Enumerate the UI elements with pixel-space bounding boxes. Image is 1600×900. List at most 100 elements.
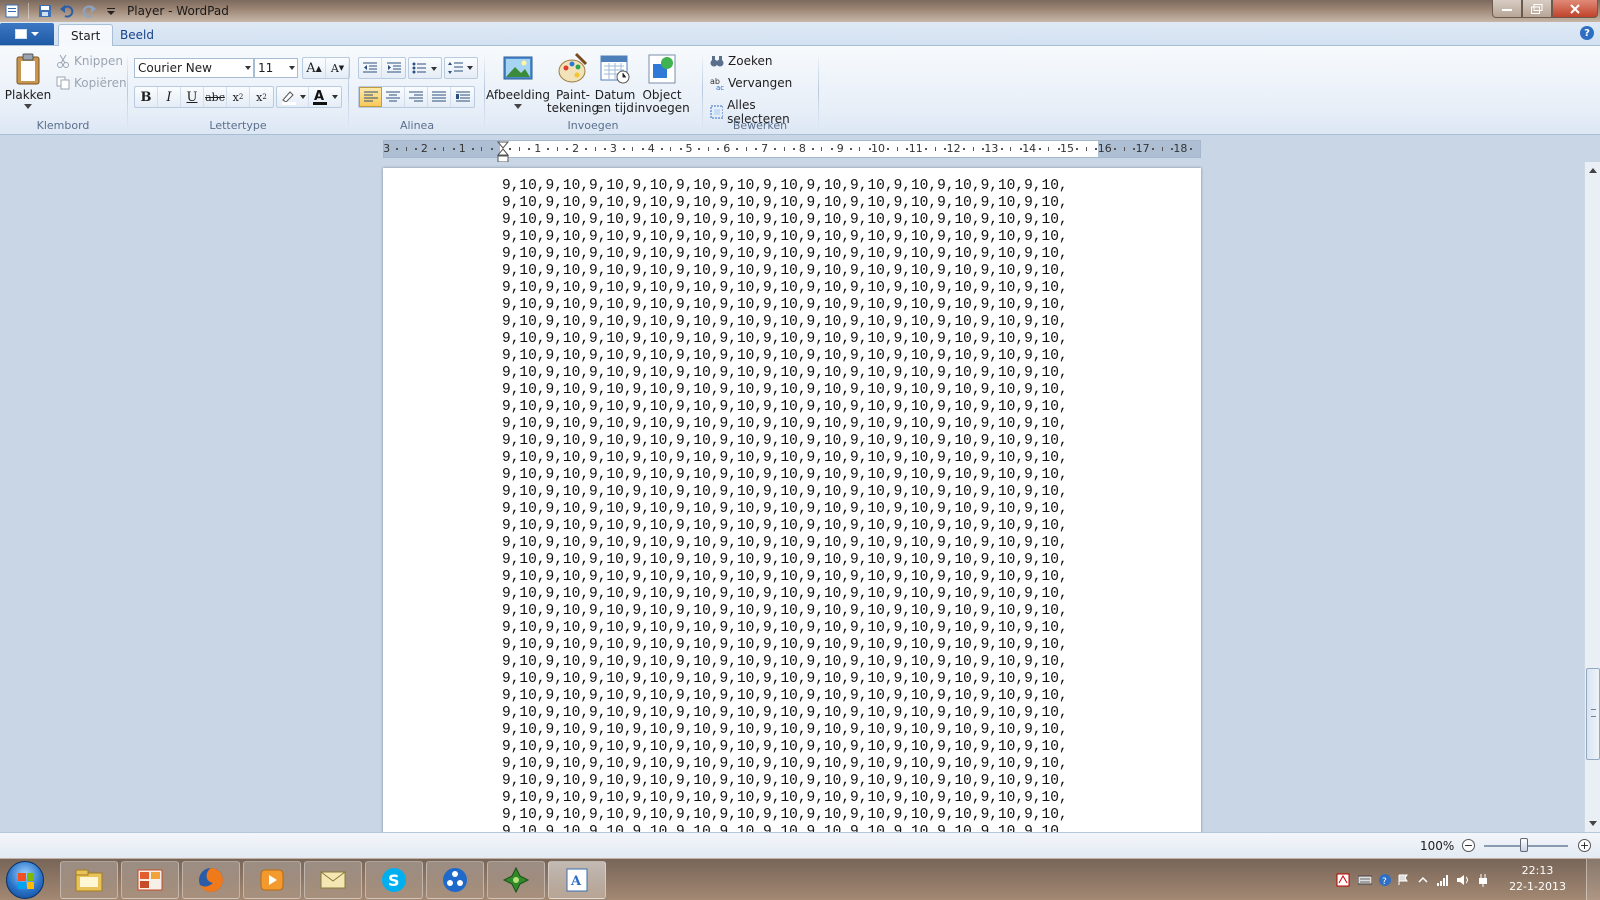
ruler-tick: [792, 148, 795, 150]
tab-beeld[interactable]: Beeld: [108, 24, 166, 46]
tab-start[interactable]: Start: [58, 24, 114, 46]
windows-logo-icon: [18, 873, 34, 889]
maximize-button[interactable]: [1522, 0, 1552, 18]
increase-indent-button[interactable]: [382, 58, 405, 78]
subscript-button[interactable]: x2: [227, 87, 250, 107]
align-center-button[interactable]: [382, 87, 405, 107]
document-text[interactable]: 9,10,9,10,9,10,9,10,9,10,9,10,9,10,9,10,…: [502, 178, 1068, 832]
bullets-button[interactable]: [409, 58, 441, 78]
align-right-button[interactable]: [405, 87, 428, 107]
superscript-button[interactable]: x2: [250, 87, 273, 107]
ruler-tick: [1152, 148, 1155, 150]
ruler-tick: [1114, 148, 1117, 150]
taskbar-media-player-button[interactable]: [243, 861, 301, 899]
undo-icon[interactable]: [59, 3, 75, 19]
show-hidden-icons-chevron-up-icon[interactable]: [1416, 873, 1430, 887]
zoom-in-button[interactable]: +: [1578, 839, 1591, 852]
indent-marker-icon[interactable]: [496, 140, 510, 164]
power-plug-icon[interactable]: [1476, 873, 1490, 887]
bold-button[interactable]: B: [135, 87, 158, 107]
align-left-button[interactable]: [359, 87, 382, 107]
taskbar-firefox-button[interactable]: [182, 861, 240, 899]
network-signal-icon[interactable]: [1436, 873, 1450, 887]
taskbar-skype-button[interactable]: S: [365, 861, 423, 899]
insert-datetime-button[interactable]: Datum en tijd: [592, 52, 638, 115]
taskbar-wordpad-button[interactable]: A: [548, 861, 606, 899]
underline-button[interactable]: U: [181, 87, 204, 107]
close-button[interactable]: [1552, 0, 1598, 18]
text-color-button[interactable]: A: [309, 87, 341, 107]
redo-icon[interactable]: [81, 3, 97, 19]
ruler-number: 3: [609, 142, 617, 155]
replace-button[interactable]: ab ac Vervangen: [710, 76, 792, 90]
ruler-number: 14: [1022, 142, 1037, 155]
taskbar-explorer-button[interactable]: [60, 861, 118, 899]
paint-drawing-button[interactable]: Paint- tekening: [547, 52, 599, 115]
ruler-tick: [518, 147, 520, 151]
paste-button[interactable]: Plakken: [4, 52, 52, 109]
volume-icon[interactable]: [1456, 873, 1470, 887]
document-page[interactable]: 9,10,9,10,9,10,9,10,9,10,9,10,9,10,9,10,…: [383, 168, 1201, 832]
customize-qat-icon[interactable]: [103, 3, 119, 19]
scroll-up-arrow-icon[interactable]: [1589, 168, 1597, 173]
ruler-tick: [528, 148, 531, 150]
ruler-tick: [594, 147, 596, 151]
ruler-number: 17: [1135, 142, 1150, 155]
ruler-tick: [641, 148, 644, 150]
chevron-down-icon: [514, 104, 522, 109]
paragraph-settings-button[interactable]: [451, 87, 474, 107]
scrollbar-thumb[interactable]: [1586, 668, 1600, 760]
help-icon[interactable]: ?: [1580, 26, 1594, 40]
font-size-combo[interactable]: 11: [254, 58, 298, 78]
ruler-tick: [556, 147, 558, 151]
vertical-scrollbar[interactable]: [1584, 162, 1600, 832]
taskbar: S A ? 22:13 22-1-2013: [0, 858, 1600, 900]
help-tray-icon[interactable]: ?: [1378, 873, 1392, 887]
ruler-tick: [925, 148, 928, 150]
ruler-tick: [972, 147, 974, 151]
minimize-button[interactable]: [1492, 0, 1522, 18]
svg-text:A: A: [314, 89, 324, 104]
keyboard-icon[interactable]: [1358, 873, 1372, 887]
highlight-color-button[interactable]: [277, 87, 309, 107]
taskbar-office-button[interactable]: [121, 861, 179, 899]
group-separator: [702, 52, 703, 130]
insert-object-button[interactable]: Object invoegen: [634, 52, 690, 115]
ruler-tick: [830, 148, 833, 150]
taskbar-mail-button[interactable]: [304, 861, 362, 899]
save-icon[interactable]: [37, 3, 53, 19]
increase-indent-icon: [386, 62, 401, 73]
font-name-combo[interactable]: Courier New: [134, 58, 254, 78]
insert-picture-button[interactable]: Afbeelding: [486, 52, 550, 109]
copy-button[interactable]: Kopiëren: [56, 76, 127, 90]
svg-text:?: ?: [1382, 877, 1387, 887]
ruler-tick: [1076, 148, 1079, 150]
ruler-tick: [414, 148, 417, 150]
grow-font-button[interactable]: A ▲: [303, 58, 326, 78]
group-separator: [348, 52, 349, 130]
application-menu-button[interactable]: [0, 23, 54, 45]
justify-button[interactable]: [428, 87, 451, 107]
cut-button[interactable]: Knippen: [56, 54, 123, 68]
taskbar-clock[interactable]: 22:13 22-1-2013: [1509, 863, 1566, 895]
zoom-slider-thumb[interactable]: [1520, 838, 1528, 852]
show-desktop-button[interactable]: [1586, 859, 1600, 900]
taskbar-game-button[interactable]: [487, 861, 545, 899]
decrease-indent-button[interactable]: [359, 58, 382, 78]
shrink-font-button[interactable]: A ▼: [326, 58, 349, 78]
ruler-tick: [679, 148, 682, 150]
zoom-out-button[interactable]: −: [1462, 839, 1475, 852]
wordpad-app-icon[interactable]: [4, 3, 20, 19]
scroll-down-arrow-icon[interactable]: [1589, 821, 1597, 826]
find-button[interactable]: Zoeken: [710, 54, 772, 68]
ruler-number: 11: [908, 142, 923, 155]
chevron-down-icon: [245, 66, 251, 70]
pdf-icon[interactable]: [1336, 873, 1350, 887]
line-spacing-button[interactable]: [445, 58, 477, 78]
italic-button[interactable]: I: [158, 87, 181, 107]
start-button[interactable]: [6, 861, 44, 899]
tray-flag-icon[interactable]: [1396, 873, 1410, 887]
strikethrough-button[interactable]: abc: [204, 87, 227, 107]
taskbar-app-button[interactable]: [426, 861, 484, 899]
align-left-icon: [363, 91, 378, 102]
